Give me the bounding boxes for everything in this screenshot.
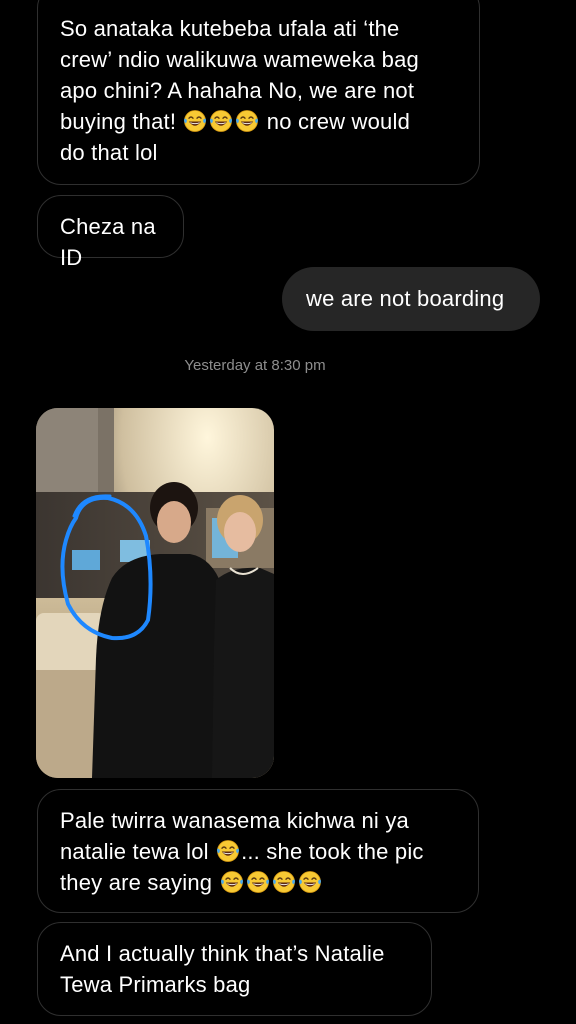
face-with-tears-of-joy-icon xyxy=(298,870,322,894)
message-text: buying that! xyxy=(60,109,177,134)
incoming-message[interactable]: So anataka kutebeba ufala ati ‘the crew’… xyxy=(37,0,480,185)
message-line: Tewa Primarks bag xyxy=(60,972,251,997)
message-text: Cheza na ID xyxy=(60,214,156,270)
face-with-tears-of-joy-icon xyxy=(272,870,296,894)
message-line: do that lol xyxy=(60,140,158,165)
incoming-message[interactable]: And I actually think that’s Natalie Tewa… xyxy=(37,922,432,1016)
face-with-tears-of-joy-icon xyxy=(235,109,259,133)
message-line: So anataka kutebeba ufala ati ‘the xyxy=(60,16,400,41)
incoming-message[interactable]: Pale twirra wanasema kichwa ni ya natali… xyxy=(37,789,479,913)
message-line: And I actually think that’s Natalie xyxy=(60,941,385,966)
face-with-tears-of-joy-icon xyxy=(183,109,207,133)
message-line-with-emojis: natalie tewa lol ... she took the pic xyxy=(60,836,456,867)
face-with-tears-of-joy-icon xyxy=(246,870,270,894)
incoming-message[interactable]: Cheza na ID xyxy=(37,195,184,270)
timestamp: Yesterday at 8:30 pm xyxy=(184,357,326,374)
photo-message[interactable] xyxy=(36,408,274,778)
message-text: no crew would xyxy=(266,109,411,134)
message-text: natalie tewa lol xyxy=(60,839,209,864)
photo-image xyxy=(36,408,274,778)
message-line: crew’ ndio walikuwa wameweka bag xyxy=(60,47,419,72)
message-line: Pale twirra wanasema kichwa ni ya xyxy=(60,808,409,833)
face-with-tears-of-joy-icon xyxy=(209,109,233,133)
outgoing-message[interactable]: we are not boarding xyxy=(282,267,540,331)
message-line-with-emojis: buying that! no crew would xyxy=(60,106,457,137)
message-text: we are not boarding xyxy=(306,286,505,311)
message-text: ... she took the pic xyxy=(241,839,424,864)
face-with-tears-of-joy-icon xyxy=(220,870,244,894)
message-line-with-emojis: they are saying xyxy=(60,867,456,898)
face-with-tears-of-joy-icon xyxy=(216,839,240,863)
message-thread: So anataka kutebeba ufala ati ‘the crew’… xyxy=(0,0,576,1024)
message-line: apo chini? A hahaha No, we are not xyxy=(60,78,415,103)
message-text: they are saying xyxy=(60,870,213,895)
